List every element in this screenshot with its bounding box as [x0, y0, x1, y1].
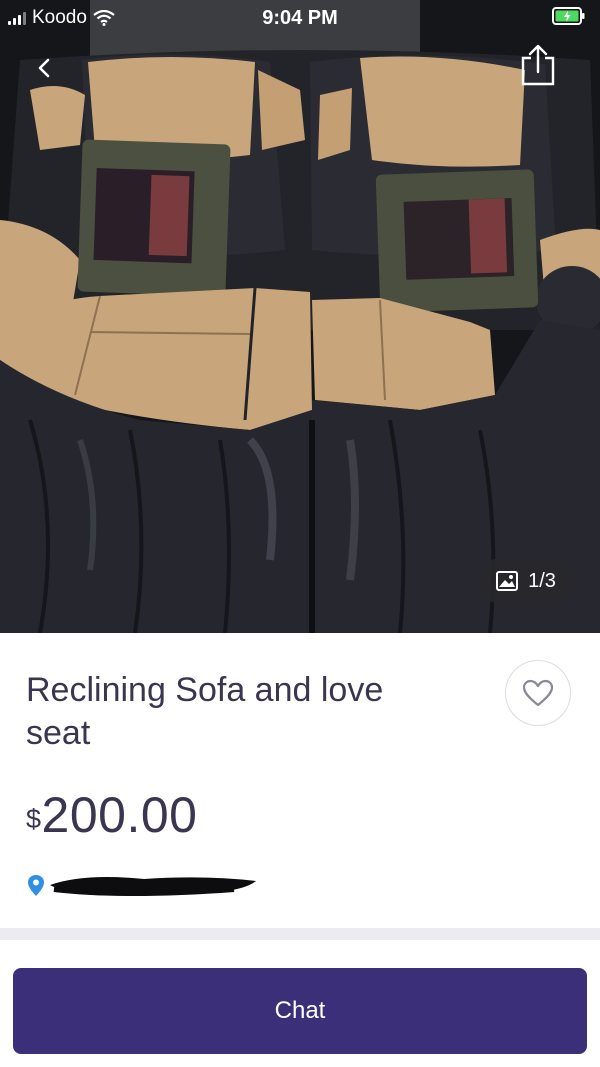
listing-details: Reclining Sofa and love seat $200.00 — [0, 633, 600, 928]
location-redacted — [28, 875, 256, 896]
chevron-left-icon — [38, 58, 50, 78]
back-button[interactable] — [28, 52, 60, 84]
favorite-button[interactable] — [505, 660, 571, 726]
location-row[interactable] — [24, 871, 264, 901]
photo-counter: 1/3 — [478, 558, 574, 604]
section-divider — [0, 928, 600, 940]
listing-photo[interactable]: Koodo 9:04 PM 1/3 — [0, 0, 600, 633]
sofa-image — [0, 0, 600, 633]
share-icon — [521, 44, 555, 86]
heart-icon — [522, 679, 554, 707]
chat-button[interactable]: Chat — [13, 968, 587, 1054]
battery-icon — [552, 7, 585, 25]
status-time: 9:04 PM — [262, 7, 338, 29]
listing-title: Reclining Sofa and love seat — [26, 671, 384, 752]
listing-price: $200.00 — [26, 785, 197, 845]
status-bar: Koodo 9:04 PM — [0, 0, 600, 36]
photo-counter-text: 1/3 — [528, 569, 556, 592]
bottom-action-bar: Chat — [0, 940, 600, 1067]
share-button[interactable] — [518, 44, 558, 88]
currency-symbol: $ — [26, 804, 42, 834]
price-value: 200.00 — [41, 787, 198, 843]
image-icon — [496, 571, 519, 591]
